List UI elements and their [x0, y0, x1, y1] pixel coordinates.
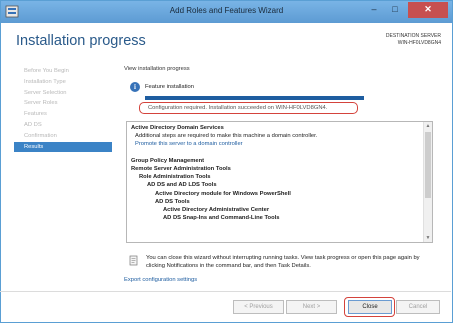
close-button[interactable]: Close [348, 300, 392, 314]
export-configuration-link[interactable]: Export configuration settings [124, 277, 197, 283]
page-title: Installation progress [16, 33, 146, 49]
previous-button[interactable]: < Previous [233, 300, 284, 314]
maximize-button[interactable]: □ [385, 2, 405, 18]
nav-item-features[interactable]: Features [14, 109, 112, 120]
progress-bar [145, 96, 364, 100]
result-line: Remote Server Administration Tools [131, 165, 231, 172]
result-line: AD DS Snap-Ins and Command-Line Tools [163, 215, 280, 222]
view-progress-label: View installation progress [124, 66, 190, 72]
results-scrollbar[interactable]: ▲ ▼ [423, 122, 432, 242]
scroll-up-icon[interactable]: ▲ [424, 122, 432, 130]
results-content: Active Directory Domain Services Addition… [131, 124, 421, 222]
result-line: Active Directory Administrative Center [163, 206, 270, 213]
title-bar[interactable]: Add Roles and Features Wizard – □ ✕ [1, 1, 452, 23]
result-line: Role Administration Tools [139, 174, 211, 181]
minimize-button[interactable]: – [364, 2, 384, 18]
content-area: View installation progress [124, 66, 440, 72]
nav-item-before-you-begin[interactable]: Before You Begin [14, 66, 112, 77]
destination-server-label: DESTINATION SERVER [385, 33, 441, 39]
results-list[interactable]: Active Directory Domain Services Addition… [126, 121, 433, 243]
nav-item-ad-ds[interactable]: AD DS [14, 120, 112, 131]
result-line: AD DS and AD LDS Tools [147, 182, 217, 189]
result-line: Group Policy Management [131, 157, 205, 164]
close-window-button[interactable]: ✕ [408, 2, 448, 18]
wizard-nav: Before You Begin Installation Type Server … [14, 66, 112, 153]
result-line [131, 149, 421, 157]
next-button[interactable]: Next > [286, 300, 337, 314]
nav-item-confirmation[interactable]: Confirmation [14, 131, 112, 142]
cancel-button[interactable]: Cancel [396, 300, 440, 314]
scroll-thumb[interactable] [425, 132, 431, 198]
result-line: AD DS Tools [155, 198, 190, 205]
progress-fill [145, 96, 364, 100]
scroll-down-icon[interactable]: ▼ [424, 234, 432, 242]
result-line: Active Directory module for Windows Powe… [155, 190, 291, 197]
close-note-text: You can close this wizard without interr… [146, 255, 420, 269]
promote-dc-link[interactable]: Promote this server to a domain controll… [131, 140, 421, 148]
nav-item-server-selection[interactable]: Server Selection [14, 88, 112, 99]
info-icon: i [130, 82, 140, 92]
feature-installation-label: Feature installation [145, 84, 194, 90]
footer-divider [0, 291, 451, 292]
flag-note-icon [129, 255, 138, 266]
nav-item-results[interactable]: Results [14, 141, 112, 153]
nav-item-server-roles[interactable]: Server Roles [14, 98, 112, 109]
result-line: Additional steps are required to make th… [135, 133, 318, 140]
nav-item-installation-type[interactable]: Installation Type [14, 77, 112, 88]
destination-server-name: WIN-HF0LVD8GN4 [397, 40, 441, 46]
status-highlight: Configuration required. Installation suc… [139, 102, 358, 114]
result-line: Active Directory Domain Services [131, 125, 224, 131]
installation-status-text: Configuration required. Installation suc… [148, 104, 328, 111]
